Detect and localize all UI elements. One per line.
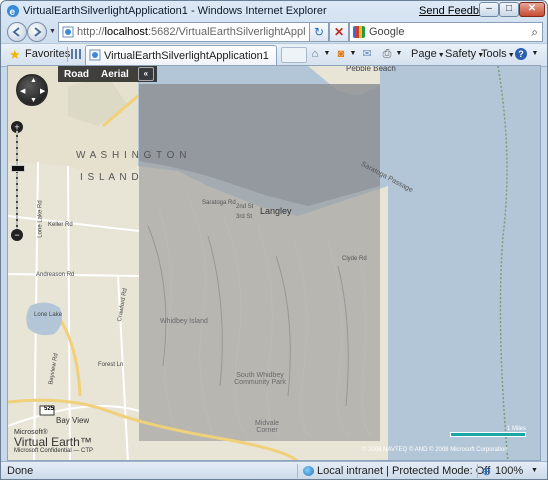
map-label-pebble-beach: Pebble Beach xyxy=(346,65,396,73)
maximize-button[interactable]: □ xyxy=(499,2,519,17)
map-label-langley: Langley xyxy=(260,206,292,216)
map-viewport[interactable]: Pebble Beach W A S H I N G T O N I S L A… xyxy=(7,65,541,461)
zoom-dropdown-icon[interactable]: ▼ xyxy=(531,467,538,474)
help-icon[interactable]: ? xyxy=(515,48,527,60)
ie-icon: e xyxy=(7,5,19,18)
browser-window: e VirtualEarthSilverlightApplication1 - … xyxy=(0,0,548,480)
zoom-slider[interactable]: + − xyxy=(11,121,25,241)
page-menu[interactable]: Page▼ xyxy=(411,48,445,60)
new-tab-button[interactable] xyxy=(281,47,307,63)
map-label-island: I S L A N D xyxy=(80,172,140,183)
history-dropdown-icon[interactable]: ▼ xyxy=(49,28,56,35)
forward-arrow-icon xyxy=(34,27,42,37)
divider xyxy=(67,47,68,62)
status-divider xyxy=(477,464,478,478)
pan-right-icon[interactable]: ▶ xyxy=(40,87,45,95)
url-text: http://localhost:5682/VirtualEarthSilver… xyxy=(77,26,305,38)
road-mode-button[interactable]: Road xyxy=(58,69,95,80)
map-label-2nd-st: 2nd St xyxy=(236,204,254,210)
svg-text:e: e xyxy=(10,7,16,18)
refresh-icon: ↻ xyxy=(313,25,325,39)
page-icon xyxy=(62,26,74,38)
stop-button[interactable]: ✕ xyxy=(329,22,349,42)
back-arrow-icon xyxy=(12,27,20,37)
favorites-button[interactable]: Favorites xyxy=(25,48,70,60)
zoom-icon[interactable]: ⊕ xyxy=(482,465,491,478)
pan-compass-control[interactable]: ▲ ▼ ◀ ▶ xyxy=(16,74,48,106)
scale-line xyxy=(450,432,526,437)
favorites-bar: ★ Favorites VirtualEarthSilverlightAppli… xyxy=(1,43,547,67)
map-mode-bar: Road Aerial « xyxy=(58,66,157,82)
status-divider xyxy=(297,464,298,478)
tab-active[interactable]: VirtualEarthSilverlightApplication1 xyxy=(85,45,277,66)
map-copyright: © 2008 NAVTEQ © AND © 2008 Microsoft Cor… xyxy=(362,447,508,453)
search-icon[interactable]: ⌕ xyxy=(531,25,538,40)
home-icon[interactable]: ⌂ xyxy=(309,48,321,60)
scale-bar: 1 Miles xyxy=(450,426,526,437)
tab-label: VirtualEarthSilverlightApplication1 xyxy=(104,50,269,62)
pan-down-icon[interactable]: ▼ xyxy=(30,97,37,104)
forward-button[interactable] xyxy=(27,22,47,42)
map-label-midvale-corner: Midvale Corner xyxy=(254,420,280,434)
status-bar: Done Local intranet | Protected Mode: Of… xyxy=(1,461,547,479)
security-zone[interactable]: Local intranet | Protected Mode: Off xyxy=(317,465,490,477)
zoom-thumb[interactable] xyxy=(11,165,25,172)
map-label-keller-rd: Keller Rd xyxy=(48,222,73,228)
feeds-icon[interactable]: ◙ xyxy=(335,48,347,60)
map-label-forest-ln: Forest Ln xyxy=(98,362,124,368)
map-label-lone-lake: Lone Lake xyxy=(34,312,63,318)
stop-icon: ✕ xyxy=(333,25,345,39)
address-bar-row: ▼ http://localhost:5682/VirtualEarthSilv… xyxy=(1,21,547,43)
search-placeholder: Google xyxy=(369,26,405,38)
safety-menu[interactable]: Safety▼ xyxy=(445,48,484,60)
aerial-mode-button[interactable]: Aerial xyxy=(95,69,135,80)
map-label-andreason-rd: Andreason Rd xyxy=(36,272,75,278)
tools-menu[interactable]: Tools▼ xyxy=(481,48,515,60)
map-label-south-whidbey: South Whidbey Community Park xyxy=(234,372,286,386)
back-button[interactable] xyxy=(7,22,27,42)
help-dropdown-icon[interactable]: ▼ xyxy=(529,48,541,60)
title-bar: e VirtualEarthSilverlightApplication1 - … xyxy=(1,1,547,21)
status-text: Done xyxy=(7,465,34,477)
collapse-icon[interactable]: « xyxy=(137,67,154,81)
zoom-level[interactable]: 100% xyxy=(495,465,523,477)
feeds-dropdown-icon[interactable]: ▼ xyxy=(347,48,359,60)
map-canvas[interactable] xyxy=(8,66,541,461)
mail-icon[interactable]: ✉ xyxy=(361,48,373,60)
quick-tabs-icon[interactable] xyxy=(71,49,81,59)
pan-up-icon[interactable]: ▲ xyxy=(30,77,37,84)
pan-left-icon[interactable]: ◀ xyxy=(20,87,25,95)
favorites-star-icon: ★ xyxy=(9,47,21,62)
minimize-button[interactable]: – xyxy=(479,2,499,17)
map-label-525: 525 xyxy=(44,406,55,412)
zoom-out-button[interactable]: − xyxy=(11,229,23,241)
google-icon xyxy=(353,26,365,38)
map-label-3rd-st: 3rd St xyxy=(236,214,253,220)
map-label-washington: W A S H I N G T O N xyxy=(76,150,188,161)
virtual-earth-logo: Microsoft® Virtual Earth™ Microsoft Conf… xyxy=(14,429,94,454)
close-button[interactable]: ✕ xyxy=(519,2,545,17)
intranet-globe-icon xyxy=(303,466,314,476)
zoom-rail[interactable] xyxy=(16,129,18,233)
tab-page-icon xyxy=(89,49,101,61)
map-label-lone-lake-rd: Lone Lake Rd xyxy=(37,200,44,238)
refresh-button[interactable]: ↻ xyxy=(309,22,329,42)
map-label-bay-view: Bay View xyxy=(56,416,90,425)
address-input[interactable]: http://localhost:5682/VirtualEarthSilver… xyxy=(58,22,324,42)
print-dropdown-icon[interactable]: ▼ xyxy=(393,48,405,60)
print-icon[interactable]: ⎙ xyxy=(381,48,393,60)
search-input[interactable]: Google ⌕ xyxy=(349,22,543,42)
home-dropdown-icon[interactable]: ▼ xyxy=(321,48,333,60)
map-label-saratoga-rd: Saratoga Rd xyxy=(202,200,236,206)
map-label-whidbey-island: Whidbey Island xyxy=(160,318,208,325)
window-title: VirtualEarthSilverlightApplication1 - Wi… xyxy=(23,5,327,17)
map-label-clyde-rd: Clyde Rd xyxy=(342,256,367,262)
